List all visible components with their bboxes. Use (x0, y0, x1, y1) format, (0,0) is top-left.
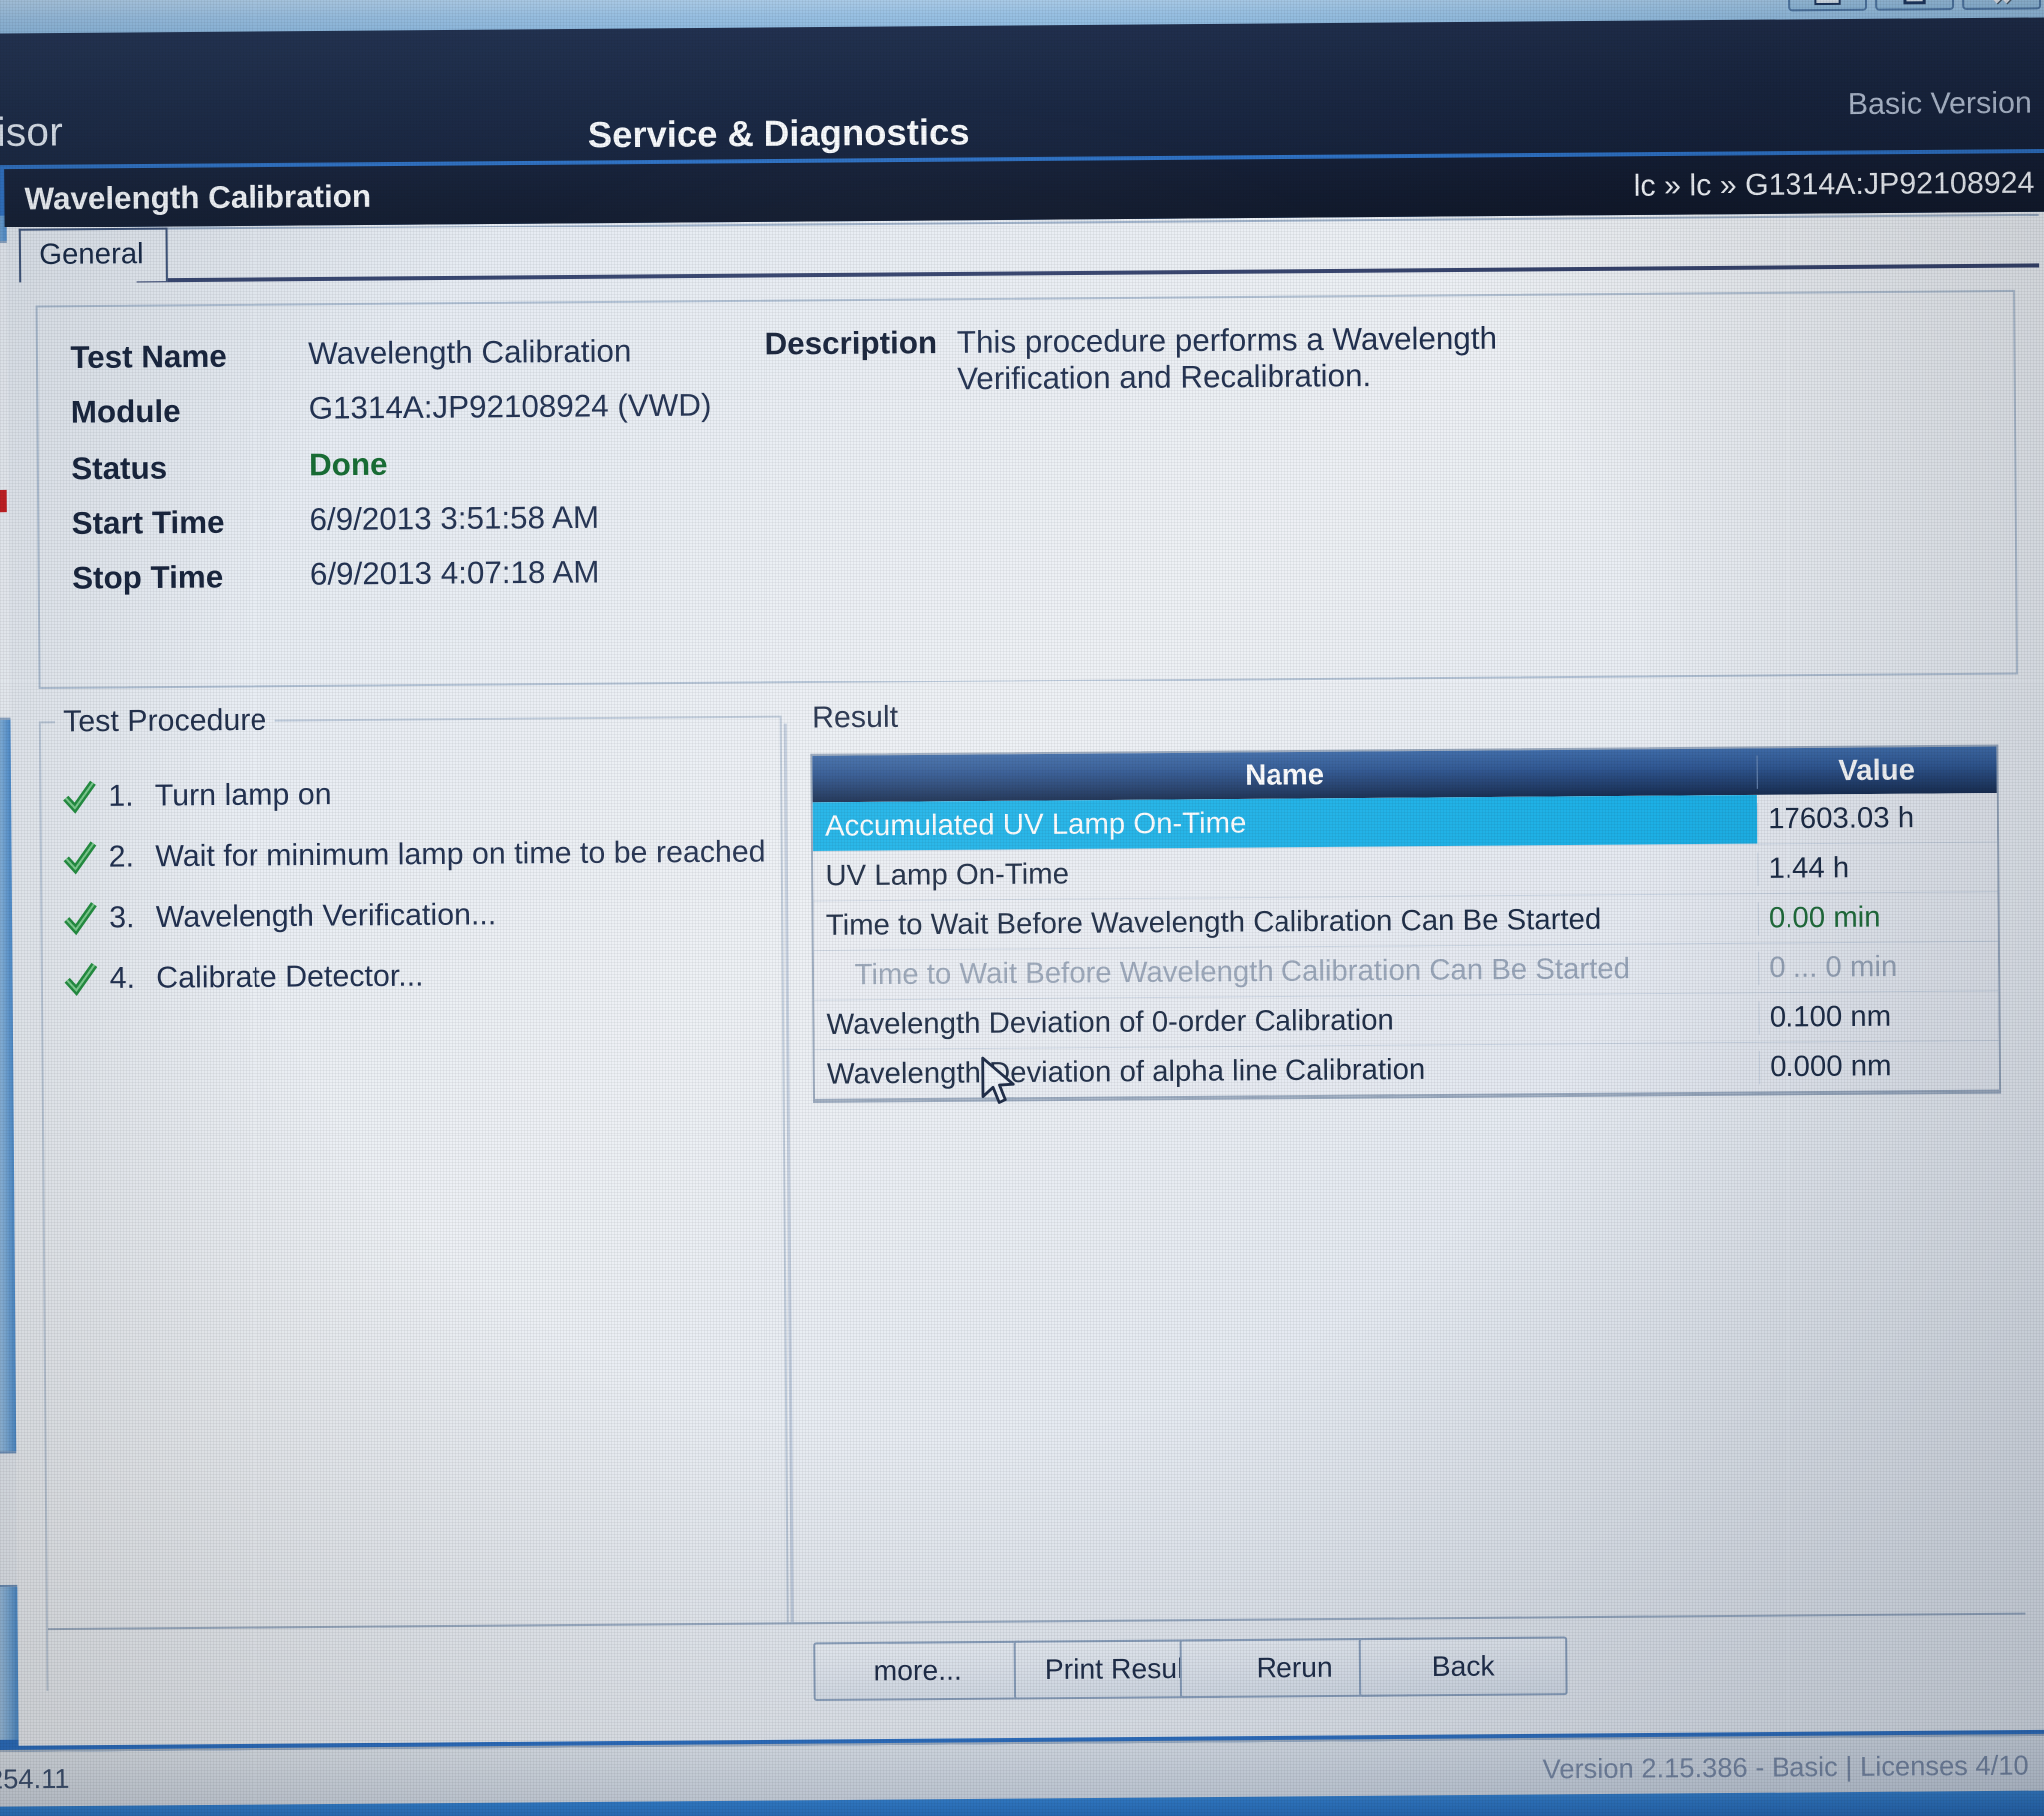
result-name: Wavelength Deviation of alpha line Calib… (826, 1053, 1426, 1091)
screen-photo: ✖ dvisor Service & Diagnostics Basic Ver… (0, 0, 2044, 1816)
result-name: Wavelength Deviation of 0-order Calibrat… (826, 1003, 1394, 1041)
label-description: Description (765, 324, 938, 362)
procedure-step[interactable]: 4. Calibrate Detector... (63, 959, 424, 996)
app-header: dvisor Service & Diagnostics Basic Versi… (0, 17, 2044, 166)
result-value: 0.00 min (1757, 899, 1998, 936)
label-module: Module (70, 393, 181, 430)
procedure-step-label: Wavelength Verification... (155, 897, 497, 935)
procedure-step[interactable]: 2. Wait for minimum lamp on time to be r… (62, 835, 766, 875)
procedure-step-number: 4. (109, 961, 136, 996)
status-version: Version 2.15.386 - Basic | Licenses 4/10 (1542, 1750, 2029, 1785)
procedure-step-number: 1. (108, 779, 134, 813)
more-button[interactable]: more... (813, 1640, 1023, 1702)
version-badge: Basic Version (1847, 86, 2032, 122)
check-icon (62, 840, 97, 875)
background-panel-alert-marker (0, 489, 7, 513)
procedure-step-number: 2. (108, 840, 135, 874)
result-name: Time to Wait Before Wavelength Calibrati… (854, 952, 1631, 991)
main-content-area: General Test Name Module Status Start Ti… (6, 211, 2044, 1746)
app-title: Service & Diagnostics (587, 110, 970, 156)
label-test-name: Test Name (70, 338, 227, 376)
result-value: 1.44 h (1757, 850, 1998, 886)
minimize-icon (1814, 0, 1841, 6)
result-pane: Result Name Value Accumulated UV Lamp On… (788, 696, 2028, 1690)
test-procedure-caption: Test Procedure (54, 703, 275, 740)
result-name: UV Lamp On-Time (825, 857, 1070, 892)
maximize-button[interactable] (1874, 0, 1955, 11)
tab-general[interactable]: General (18, 227, 169, 283)
procedure-step[interactable]: 3. Wavelength Verification... (63, 898, 497, 936)
label-status: Status (71, 450, 168, 487)
close-button[interactable]: ✖ (1961, 0, 2042, 10)
result-value: 0 ... 0 min (1758, 949, 1999, 985)
column-header-name[interactable]: Name (812, 755, 1756, 796)
procedure-step-number: 3. (109, 900, 135, 935)
procedure-step-label: Calibrate Detector... (156, 959, 424, 995)
value-start-time: 6/9/2013 3:51:58 AM (309, 499, 600, 538)
check-icon (63, 962, 98, 997)
result-table[interactable]: Name Value Accumulated UV Lamp On-Time 1… (810, 744, 2002, 1103)
result-name: Time to Wait Before Wavelength Calibrati… (825, 902, 1602, 942)
check-icon (62, 780, 97, 815)
result-value: 0.100 nm (1758, 998, 1999, 1035)
value-description: This procedure performs a Wavelength Ver… (956, 320, 1498, 397)
label-stop-time: Stop Time (71, 559, 224, 596)
value-test-name: Wavelength Calibration (308, 333, 632, 372)
table-row[interactable]: Wavelength Deviation of alpha line Calib… (814, 1040, 2000, 1101)
result-value: 0.000 nm (1758, 1048, 1999, 1084)
result-value: 17603.03 h (1756, 800, 1998, 836)
procedure-step-label: Wait for minimum lamp on time to be reac… (155, 835, 766, 874)
procedure-step-label: Turn lamp on (154, 777, 332, 813)
minimize-button[interactable] (1788, 0, 1868, 12)
page-title: Wavelength Calibration (24, 178, 372, 217)
action-button-bar: more... Print Result Rerun Back (48, 1612, 2027, 1726)
value-module: G1314A:JP92108924 (VWD) (308, 387, 712, 426)
label-start-time: Start Time (71, 504, 225, 542)
value-stop-time: 6/9/2013 4:07:18 AM (309, 554, 600, 592)
status-address: .254.11 (0, 1763, 70, 1795)
breadcrumb[interactable]: lc » lc » G1314A:JP92108924 (1634, 166, 2035, 204)
back-button[interactable]: Back (1358, 1636, 1568, 1697)
test-procedure-pane: Test Procedure 1. Turn lamp on 2. Wait f… (38, 703, 790, 1696)
app-brand-label: dvisor (0, 109, 64, 156)
check-icon (63, 901, 98, 936)
result-name: Accumulated UV Lamp On-Time (812, 794, 1758, 851)
close-icon: ✖ (1990, 0, 2012, 10)
window-controls[interactable]: ✖ (1788, 0, 2042, 12)
column-header-value[interactable]: Value (1756, 753, 1997, 789)
procedure-step[interactable]: 1. Turn lamp on (62, 778, 332, 815)
result-caption: Result (803, 700, 907, 736)
value-status: Done (308, 446, 388, 483)
maximize-icon (1903, 0, 1926, 5)
